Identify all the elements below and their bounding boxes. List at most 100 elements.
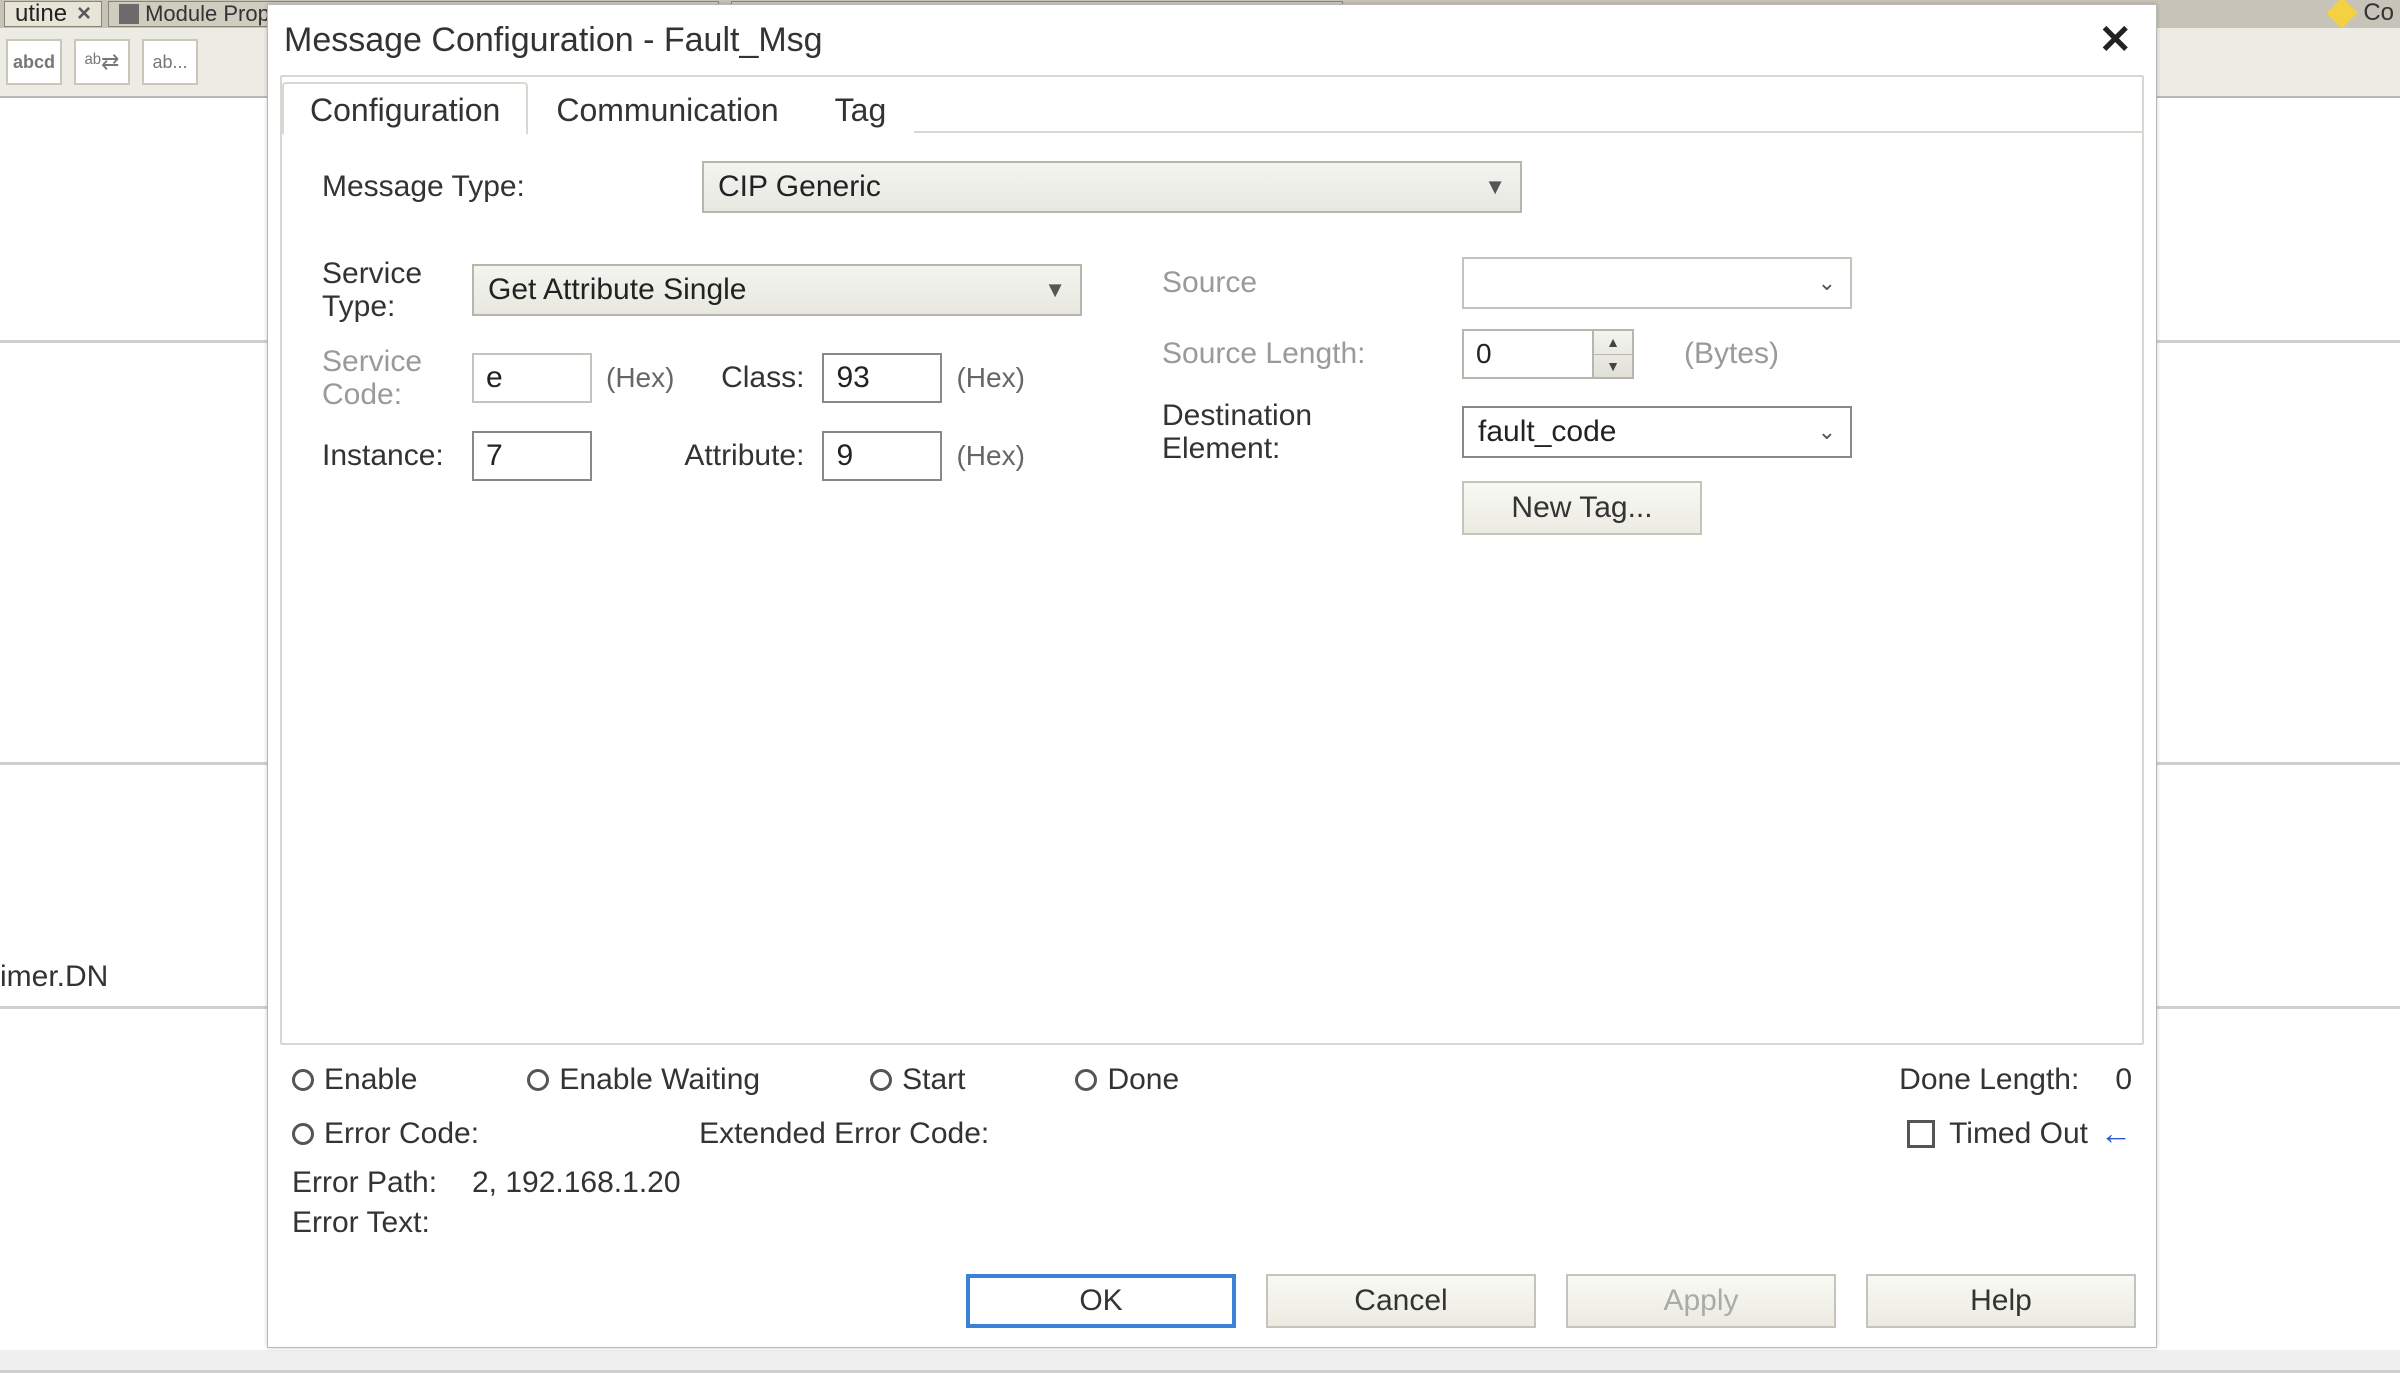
service-type-select[interactable]: Get Attribute Single ▼: [472, 264, 1082, 316]
attribute-input[interactable]: 9: [822, 431, 942, 481]
module-icon: [119, 4, 139, 24]
toolbar-btn-ab[interactable]: ab...: [142, 39, 198, 85]
toolbar-btn-label: abcd: [13, 52, 55, 73]
hex-label: (Hex): [956, 440, 1024, 472]
bytes-label: (Bytes): [1684, 337, 1779, 371]
button-label: Cancel: [1354, 1284, 1447, 1318]
attribute-label: Attribute:: [658, 439, 804, 473]
error-path-label: Error Path:: [292, 1166, 472, 1200]
timed-out-label: Timed Out: [1949, 1117, 2088, 1151]
status-label: Error Code:: [324, 1117, 479, 1151]
help-button[interactable]: Help: [1866, 1274, 2136, 1328]
new-tag-button[interactable]: New Tag...: [1462, 481, 1702, 535]
timed-out-checkbox[interactable]: [1907, 1120, 1935, 1148]
spinner-arrows[interactable]: ▲▼: [1592, 331, 1632, 377]
radio-icon: [292, 1069, 314, 1091]
bg-right-snippet: Co: [2331, 0, 2400, 26]
source-length-spinner[interactable]: 0 ▲▼: [1462, 329, 1634, 379]
status-enable-waiting: Enable Waiting: [527, 1063, 760, 1097]
instance-label: Instance:: [322, 439, 472, 473]
status-start: Start: [870, 1063, 965, 1097]
spinner-value: 0: [1476, 338, 1492, 370]
chevron-up-icon: ▲: [1594, 331, 1632, 355]
tab-label: Communication: [556, 92, 778, 128]
close-button[interactable]: ✕: [2090, 17, 2140, 63]
bg-tab-routine[interactable]: utine ×: [4, 1, 102, 27]
config-card: Configuration Communication Tag Message …: [280, 75, 2144, 1045]
tab-tag[interactable]: Tag: [807, 82, 915, 133]
cancel-button[interactable]: Cancel: [1266, 1274, 1536, 1328]
service-code-input[interactable]: e: [472, 353, 592, 403]
tab-configuration[interactable]: Configuration: [282, 82, 528, 135]
tab-label: Configuration: [310, 92, 500, 128]
bg-right-label: Co: [2363, 0, 2394, 27]
tab-communication[interactable]: Communication: [528, 82, 806, 133]
select-value: CIP Generic: [718, 170, 881, 204]
tab-spacer: [914, 77, 2142, 133]
radio-icon: [870, 1069, 892, 1091]
error-path-value: 2, 192.168.1.20: [472, 1166, 681, 1200]
message-type-label: Message Type:: [322, 170, 702, 204]
diamond-icon: [2327, 0, 2358, 29]
service-code-label: Service Code:: [322, 345, 472, 411]
status-error-code: Error Code:: [292, 1117, 479, 1151]
button-label: OK: [1079, 1284, 1122, 1318]
status-enable: Enable: [292, 1063, 417, 1097]
status-row-indicators: Enable Enable Waiting Start Done Done Le…: [284, 1057, 2140, 1103]
status-done: Done: [1075, 1063, 1179, 1097]
destination-label: Destination Element:: [1162, 399, 1462, 465]
dialog-footer: OK Cancel Apply Help: [268, 1246, 2156, 1328]
status-label: Start: [902, 1063, 965, 1097]
service-type-label: Service Type:: [322, 257, 472, 323]
arrow-left-icon: ←: [2100, 1115, 2132, 1152]
ok-button[interactable]: OK: [966, 1274, 1236, 1328]
source-select[interactable]: ⌄: [1462, 257, 1852, 309]
toolbar-btn-label: ab...: [152, 52, 187, 73]
extended-error-code-label: Extended Error Code:: [699, 1117, 989, 1151]
message-type-select[interactable]: CIP Generic ▼: [702, 161, 1522, 213]
input-value: 9: [836, 439, 853, 473]
button-label: Apply: [1663, 1284, 1738, 1318]
chevron-down-icon: ▼: [1484, 174, 1506, 200]
button-label: New Tag...: [1511, 491, 1652, 525]
bg-rung-label: imer.DN: [0, 960, 108, 994]
apply-button[interactable]: Apply: [1566, 1274, 1836, 1328]
close-icon[interactable]: ×: [77, 0, 91, 28]
radio-icon: [1075, 1069, 1097, 1091]
source-length-label: Source Length:: [1162, 337, 1462, 371]
source-label: Source: [1162, 266, 1462, 300]
dialog-title: Message Configuration - Fault_Msg: [284, 21, 2090, 60]
chevron-down-icon: ▼: [1044, 277, 1066, 303]
input-value: e: [486, 361, 503, 395]
toolbar-btn-abcd[interactable]: abcd: [6, 39, 62, 85]
status-label: Enable: [324, 1063, 417, 1097]
tab-label: Tag: [835, 92, 887, 128]
chevron-down-icon: ⌄: [1818, 419, 1836, 445]
error-text-label: Error Text:: [292, 1206, 430, 1240]
chevron-down-icon: ⌄: [1818, 270, 1836, 296]
radio-icon: [527, 1069, 549, 1091]
destination-select[interactable]: fault_code ⌄: [1462, 406, 1852, 458]
config-form: Message Type: CIP Generic ▼ Service Type…: [282, 133, 2142, 1043]
input-value: 93: [836, 361, 869, 395]
chevron-down-icon: ▼: [1594, 355, 1632, 378]
dialog-titlebar: Message Configuration - Fault_Msg ✕: [268, 5, 2156, 75]
instance-input[interactable]: 7: [472, 431, 592, 481]
select-value: fault_code: [1478, 415, 1616, 449]
status-row-error: Error Code: Extended Error Code: Timed O…: [284, 1109, 2140, 1158]
class-input[interactable]: 93: [822, 353, 942, 403]
class-label: Class:: [694, 361, 804, 395]
select-value: Get Attribute Single: [488, 273, 747, 307]
done-length-label: Done Length:: [1899, 1063, 2079, 1097]
bg-tab-label: utine: [15, 0, 67, 28]
toolbar-btn-swap[interactable]: ᵃᵇ⇄: [74, 39, 130, 85]
hex-label: (Hex): [956, 362, 1024, 394]
hex-label: (Hex): [606, 362, 674, 394]
status-label: Enable Waiting: [559, 1063, 760, 1097]
status-label: Done: [1107, 1063, 1179, 1097]
status-row-text: Error Text:: [284, 1200, 2140, 1246]
done-length-value: 0: [2115, 1063, 2132, 1097]
button-label: Help: [1970, 1284, 2032, 1318]
swap-icon: ᵃᵇ⇄: [85, 49, 120, 75]
radio-icon: [292, 1123, 314, 1145]
